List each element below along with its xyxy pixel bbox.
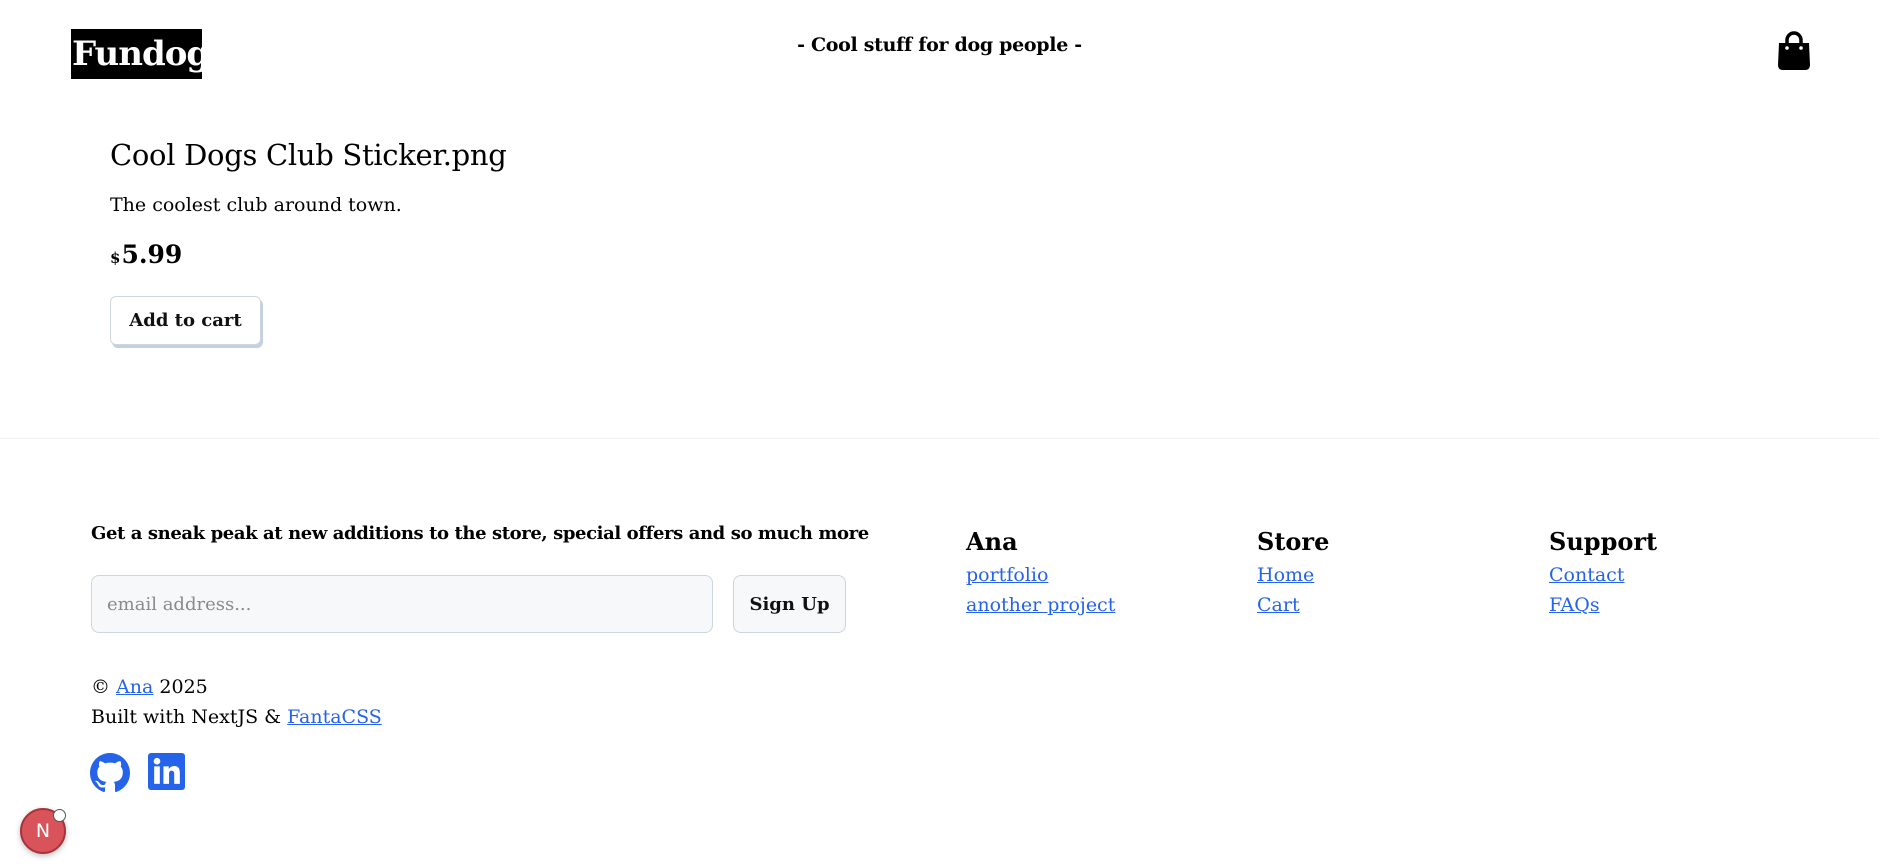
footer-link-home[interactable]: Home (1257, 560, 1329, 590)
fantacss-link[interactable]: FantaCSS (287, 706, 382, 728)
cart-button[interactable] (1776, 30, 1812, 72)
footer-column-title: Store (1257, 527, 1330, 556)
footer-link-portfolio[interactable]: portfolio (966, 560, 1115, 590)
product-title: Cool Dogs Club Sticker.png (110, 138, 507, 172)
built-with-text: Built with NextJS & (91, 706, 282, 728)
built-with-line: Built with NextJS & FantaCSS (91, 702, 382, 732)
newsletter-heading: Get a sneak peak at new additions to the… (91, 523, 869, 544)
add-to-cart-button[interactable]: Add to cart (110, 296, 261, 345)
dev-indicator-status-dot (53, 809, 66, 822)
site-tagline: - Cool stuff for dog people - (797, 34, 1082, 56)
sign-up-button[interactable]: Sign Up (733, 575, 846, 633)
github-link[interactable] (90, 753, 130, 793)
product-description: The coolest club around town. (110, 194, 402, 216)
copyright-symbol: © (91, 676, 110, 698)
linkedin-link[interactable] (148, 753, 188, 793)
shopping-bag-icon (1778, 31, 1810, 70)
product-price: $5.99 (110, 240, 507, 273)
footer-link-cart[interactable]: Cart (1257, 590, 1329, 620)
footer-divider (0, 438, 1879, 439)
footer-column-support: Support Contact FAQs (1549, 524, 1657, 620)
copyright-block: © Ana 2025 Built with NextJS & FantaCSS (91, 672, 382, 732)
copyright-author-link[interactable]: Ana (116, 676, 153, 698)
product-details: Cool Dogs Club Sticker.png The coolest c… (110, 134, 507, 345)
email-input[interactable] (91, 575, 713, 633)
price-currency: $ (110, 249, 121, 267)
linkedin-icon (148, 753, 185, 790)
footer-link-faqs[interactable]: FAQs (1549, 590, 1657, 620)
footer-column-title: Support (1549, 527, 1658, 556)
price-amount: 5.99 (121, 240, 183, 269)
copyright-year: 2025 (159, 676, 208, 698)
footer-column-store: Store Home Cart (1257, 524, 1329, 620)
footer-column-ana: Ana portfolio another project (966, 524, 1115, 620)
copyright-line: © Ana 2025 (91, 672, 382, 702)
footer-link-contact[interactable]: Contact (1549, 560, 1657, 590)
footer-column-title: Ana (966, 527, 1018, 556)
github-icon (90, 753, 130, 793)
site-header: Fundog - Cool stuff for dog people - (0, 0, 1879, 108)
footer-link-another-project[interactable]: another project (966, 590, 1115, 620)
